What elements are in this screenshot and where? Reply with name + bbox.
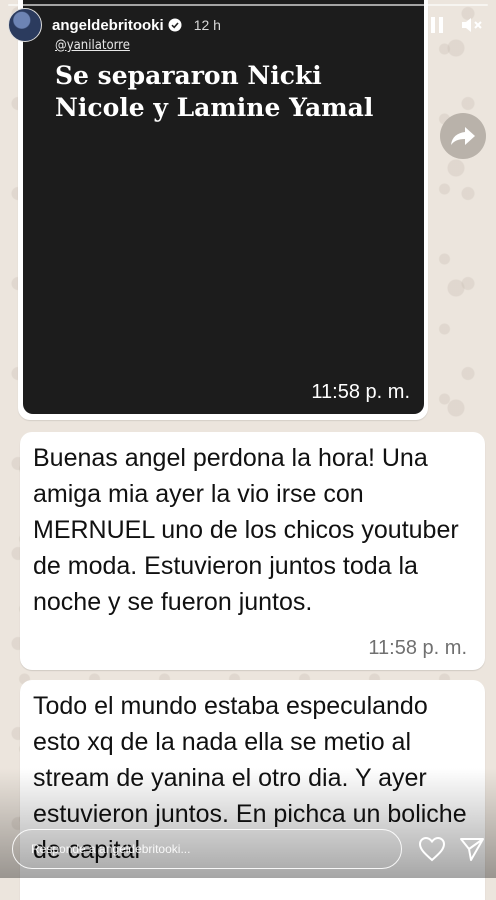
message-time: 11:58 p. m. [368,637,467,659]
mute-icon[interactable] [454,14,488,36]
news-image: @yanilatorre Se separaron Nicki Nicole y… [23,0,424,414]
heart-icon[interactable] [418,836,446,862]
pause-icon[interactable] [420,14,454,36]
avatar[interactable] [8,8,42,42]
send-icon[interactable] [458,836,486,862]
story-header: angeldebritooki 12 h [0,0,496,50]
username[interactable]: angeldebritooki [52,17,164,34]
image-message-time: 11:58 p. m. [311,381,410,403]
image-message[interactable]: @yanilatorre Se separaron Nicki Nicole y… [18,0,428,420]
story-time-ago: 12 h [193,17,221,33]
forward-icon [451,127,475,145]
forward-button[interactable] [440,113,486,159]
story-progress-bar [8,4,488,6]
reply-placeholder: Responde a angeldebritooki... [31,842,191,856]
reply-input[interactable]: Responde a angeldebritooki... [12,829,402,869]
verified-badge-icon [168,18,182,32]
image-headline: Se separaron Nicki Nicole y Lamine Yamal [55,61,374,122]
message-text: Buenas angel perdona la hora! Una amiga … [33,444,459,616]
message-bubble[interactable]: Buenas angel perdona la hora! Una amiga … [20,432,485,670]
